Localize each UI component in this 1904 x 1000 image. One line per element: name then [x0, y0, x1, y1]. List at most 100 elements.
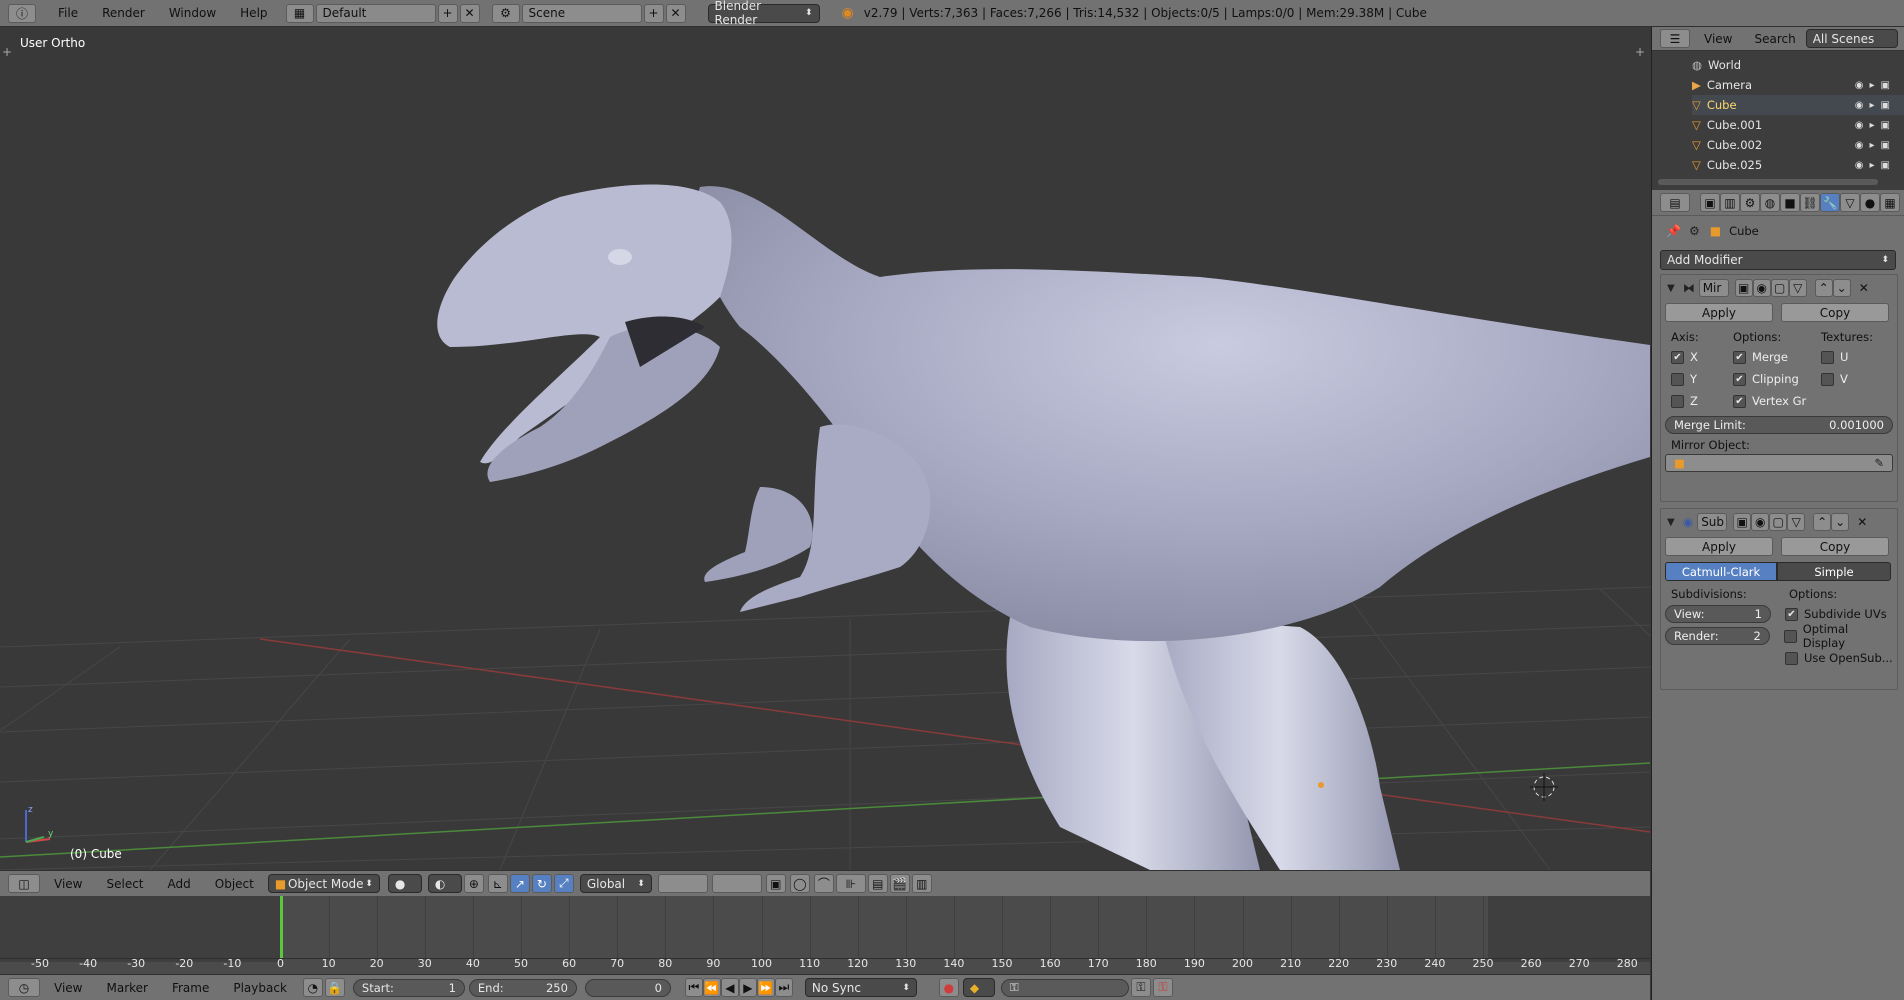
optimal-display-checkbox[interactable]: Optimal Display	[1783, 622, 1893, 650]
collapse-arrow-icon[interactable]: ▼	[1667, 517, 1675, 528]
outliner-item-world[interactable]: ◍ World	[1692, 55, 1904, 75]
editor-type-timeline-icon[interactable]: ◷	[8, 978, 40, 997]
texture-v-checkbox[interactable]: V	[1821, 372, 1848, 386]
simple-option[interactable]: Simple	[1777, 562, 1891, 581]
layers-row-2[interactable]	[711, 874, 762, 893]
modifiers-tab-icon[interactable]: 🔧	[1820, 193, 1840, 212]
remove-modifier-icon[interactable]: ✕	[1859, 281, 1869, 295]
show-editmode-icon[interactable]: ▢	[1769, 513, 1788, 531]
lock-range-icon[interactable]: 🔒	[324, 978, 345, 997]
snap-target-icon[interactable]: ⊪	[835, 874, 866, 893]
keying-set-field[interactable]: ⚿	[1000, 978, 1129, 997]
mirror-copy-button[interactable]: Copy	[1781, 303, 1889, 322]
info-editor-type-icon[interactable]: ⓘ	[8, 3, 36, 23]
shading-select[interactable]: ●	[387, 874, 422, 893]
play-reverse-icon[interactable]: ◀	[720, 978, 739, 997]
play-icon[interactable]: ▶	[738, 978, 757, 997]
translate-icon[interactable]: ↗	[509, 874, 530, 893]
remove-modifier-icon[interactable]: ✕	[1857, 515, 1867, 529]
current-frame-field[interactable]: 0	[584, 978, 671, 997]
menu-playback[interactable]: Playback	[233, 981, 287, 995]
outliner-display-select[interactable]: All Scenes	[1805, 29, 1898, 48]
move-down-icon[interactable]: ⌄	[1832, 279, 1851, 297]
visibility-icons[interactable]: ◉▸▣	[1855, 160, 1896, 171]
orientation-select[interactable]: Global ⬍	[579, 874, 652, 893]
eyedropper-icon[interactable]: ✎	[1874, 456, 1884, 470]
mode-select[interactable]: ■ Object Mode ⬍	[267, 874, 380, 893]
sync-select[interactable]: No Sync ⬍	[804, 978, 917, 997]
auto-keyframe-icon[interactable]: ●	[938, 978, 959, 997]
show-viewport-icon[interactable]: ◉	[1752, 279, 1771, 297]
scale-icon[interactable]: ⤢	[553, 874, 574, 893]
scene-icon[interactable]: ⚙	[491, 3, 520, 23]
data-tab-icon[interactable]: ▽	[1840, 193, 1860, 212]
outliner-item-cube-025[interactable]: ▽ Cube.025 ◉▸▣	[1692, 155, 1904, 175]
outliner-menu-view[interactable]: View	[1704, 32, 1732, 46]
subsurf-name-field[interactable]: Sub	[1697, 513, 1728, 531]
object-tab-icon[interactable]: ■	[1780, 193, 1800, 212]
show-editmode-icon[interactable]: ▢	[1770, 279, 1789, 297]
move-up-icon[interactable]: ⌃	[1814, 279, 1833, 297]
clipping-checkbox[interactable]: ✔ Clipping	[1733, 372, 1821, 386]
3d-viewport[interactable]: . User Ortho (0) Cube z y + +	[0, 27, 1650, 870]
use-opensubdiv-checkbox[interactable]: Use OpenSub...	[1785, 651, 1893, 665]
menu-help[interactable]: Help	[228, 6, 279, 20]
collapse-arrow-icon[interactable]: ▼	[1667, 283, 1675, 294]
outliner-item-cube-001[interactable]: ▽ Cube.001 ◉▸▣	[1692, 115, 1904, 135]
keying-type-select[interactable]: ◆	[962, 978, 995, 997]
menu-object[interactable]: Object	[215, 877, 254, 891]
view-levels-field[interactable]: View: 1	[1665, 605, 1771, 623]
opengl-render-icon[interactable]: ▤	[867, 874, 888, 893]
insert-keyframe-icon[interactable]: ⚿	[1130, 978, 1151, 997]
show-cage-icon[interactable]: ▽	[1787, 513, 1806, 531]
axis-z-checkbox[interactable]: Z	[1671, 394, 1733, 408]
delete-layout-icon[interactable]: ✕	[459, 3, 480, 23]
mirror-apply-button[interactable]: Apply	[1665, 303, 1773, 322]
menu-view[interactable]: View	[54, 877, 82, 891]
add-layout-icon[interactable]: +	[437, 3, 458, 23]
vertex-groups-checkbox[interactable]: ✔ Vertex Gr	[1733, 394, 1821, 408]
show-viewport-icon[interactable]: ◉	[1751, 513, 1770, 531]
catmull-clark-option[interactable]: Catmull-Clark	[1665, 562, 1777, 581]
rotate-icon[interactable]: ↻	[531, 874, 552, 893]
start-frame-field[interactable]: Start: 1	[352, 978, 465, 997]
manipulator-toggle-icon[interactable]: ⊕	[463, 874, 484, 893]
delete-scene-icon[interactable]: ✕	[665, 3, 686, 23]
mirror-name-field[interactable]: Mir	[1698, 279, 1729, 297]
menu-add[interactable]: Add	[168, 877, 191, 891]
outliner-item-camera[interactable]: ▶ Camera ◉▸▣	[1692, 75, 1904, 95]
world-tab-icon[interactable]: ◍	[1760, 193, 1780, 212]
render-levels-field[interactable]: Render: 2	[1665, 627, 1770, 645]
menu-view[interactable]: View	[54, 981, 82, 995]
show-cage-icon[interactable]: ▽	[1788, 279, 1807, 297]
axis-x-checkbox[interactable]: ✔ X	[1671, 350, 1733, 364]
visibility-icons[interactable]: ◉▸▣	[1855, 100, 1896, 111]
visibility-icons[interactable]: ◉▸▣	[1855, 80, 1896, 91]
add-scene-icon[interactable]: +	[643, 3, 664, 23]
lock-camera-icon[interactable]: ▣	[765, 874, 786, 893]
delete-keyframe-icon[interactable]: ⚿	[1152, 978, 1173, 997]
timeline[interactable]: -50 -40 -30 -20 -10 0 10 20 30 40 50 60 70 80 90 100 110…	[0, 896, 1650, 974]
preview-range-icon[interactable]: ◔	[302, 978, 323, 997]
texture-tab-icon[interactable]: ▦	[1880, 193, 1900, 212]
axis-y-checkbox[interactable]: Y	[1671, 372, 1733, 386]
pin-icon[interactable]: 📌	[1666, 224, 1681, 238]
subsurf-apply-button[interactable]: Apply	[1665, 537, 1773, 556]
viewport-corner-plus-icon[interactable]: +	[1635, 45, 1645, 59]
editor-type-outliner-icon[interactable]: ☰	[1660, 29, 1690, 48]
proportional-edit-icon[interactable]: ◯	[789, 874, 810, 893]
menu-select[interactable]: Select	[106, 877, 143, 891]
menu-render[interactable]: Render	[90, 6, 157, 20]
prev-keyframe-icon[interactable]: ⏪	[702, 978, 721, 997]
mirror-object-field[interactable]: ■ ✎	[1665, 454, 1893, 472]
render-animation-icon[interactable]: 🎬	[889, 874, 910, 893]
merge-limit-field[interactable]: Merge Limit: 0.001000	[1665, 416, 1893, 434]
move-up-icon[interactable]: ⌃	[1813, 513, 1832, 531]
merge-checkbox[interactable]: ✔ Merge	[1733, 350, 1821, 364]
manipulator-axis-icon[interactable]: ⊾	[487, 874, 508, 893]
jump-start-icon[interactable]: ⏮	[684, 978, 703, 997]
scene-tab-icon[interactable]: ⚙	[1740, 193, 1760, 212]
menu-marker[interactable]: Marker	[106, 981, 147, 995]
visibility-icons[interactable]: ◉▸▣	[1855, 120, 1896, 131]
scene-name-field[interactable]: Scene	[521, 3, 642, 23]
